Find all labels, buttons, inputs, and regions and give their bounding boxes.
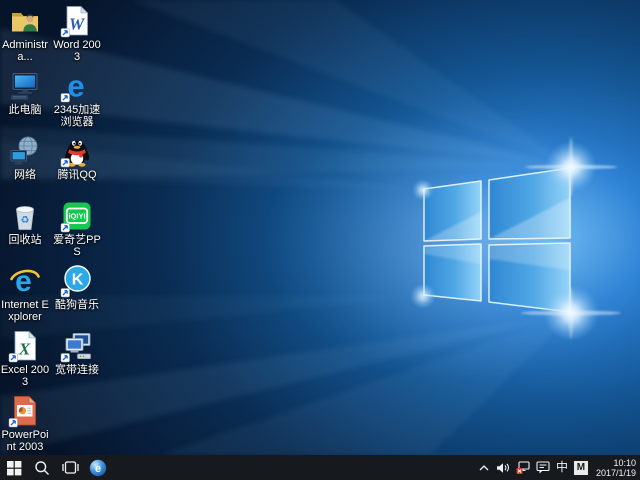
user-folder-icon (8, 4, 42, 38)
svg-text:K: K (72, 272, 84, 289)
ime-m-label: M (574, 461, 588, 475)
chevron-up-icon (478, 462, 490, 474)
svg-text:e: e (67, 69, 84, 103)
desktop-icon-2345-browser[interactable]: e 2345加速浏览器 (52, 69, 102, 128)
desktop-icon-label: 回收站 (0, 234, 50, 246)
ime-mode-badge[interactable]: M (574, 455, 588, 480)
network-globe-icon (8, 134, 42, 168)
broadband-computers-icon (60, 329, 94, 363)
system-tray: 中 M 10:10 2017/1/19 (478, 455, 640, 480)
network-status-button[interactable] (516, 455, 530, 480)
desktop-icon-broadband[interactable]: 宽带连接 (52, 329, 102, 376)
desktop-icon-excel-2003[interactable]: X Excel 2003 (0, 329, 50, 388)
network-disconnected-icon (516, 461, 530, 474)
desktop-icon-label: 此电脑 (0, 104, 50, 116)
desktop-icon-kugou-music[interactable]: K 酷狗音乐 (52, 264, 102, 311)
svg-text:e: e (95, 463, 101, 475)
computer-monitor-icon (8, 69, 42, 103)
start-button[interactable] (0, 455, 28, 480)
task-view-button[interactable] (56, 455, 84, 480)
desktop-icon-administrator[interactable]: Administra... (0, 4, 50, 63)
desktop-icon-label: 宽带连接 (52, 364, 102, 376)
powerpoint-document-icon (8, 394, 42, 428)
desktop-icon-word-2003[interactable]: W Word 2003 (52, 4, 102, 63)
desktop-icon-label: PowerPoint 2003 (0, 429, 50, 453)
svg-text:iQIYI: iQIYI (68, 212, 85, 221)
svg-text:♻: ♻ (21, 215, 30, 226)
clock-time: 10:10 (596, 458, 636, 468)
windows-logo-icon (6, 459, 23, 476)
ime-language-indicator[interactable]: 中 (556, 455, 568, 480)
kugou-k-circle-icon: K (60, 264, 94, 298)
desktop-icon-label: 腾讯QQ (52, 169, 102, 181)
desktop-icon-label: Administra... (0, 39, 50, 63)
svg-text:X: X (18, 340, 31, 359)
tray-expand-button[interactable] (478, 455, 490, 480)
desktop-icon-label: 网络 (0, 169, 50, 181)
desktop-icon-powerpoint-2003[interactable]: PowerPoint 2003 (0, 394, 50, 453)
messages-button[interactable] (536, 455, 550, 480)
desktop-icon-recycle-bin[interactable]: ♻ 回收站 (0, 199, 50, 246)
desktop-icon-label: Excel 2003 (0, 364, 50, 388)
recycle-bin-icon: ♻ (8, 199, 42, 233)
message-bubble-icon (536, 461, 550, 474)
desktop-icon-tencent-qq[interactable]: 腾讯QQ (52, 134, 102, 181)
volume-button[interactable] (496, 455, 510, 480)
speaker-icon (496, 462, 510, 474)
task-view-icon (62, 459, 79, 476)
desktop: Administra... W Word 2003 此电脑 e (0, 0, 640, 480)
desktop-icon-label: 爱奇艺PPS (52, 234, 102, 258)
excel-document-icon: X (8, 329, 42, 363)
ie-e-icon: e (8, 264, 42, 298)
clock-date: 2017/1/19 (596, 468, 636, 478)
desktop-icon-label: 2345加速浏览器 (52, 104, 102, 128)
qq-penguin-icon (60, 134, 94, 168)
desktop-icon-network[interactable]: 网络 (0, 134, 50, 181)
desktop-icon-label: Word 2003 (52, 39, 102, 63)
taskbar: e (0, 455, 640, 480)
desktop-icon-internet-explorer[interactable]: e Internet Explorer (0, 264, 50, 323)
desktop-icon-iqiyi-pps[interactable]: iQIYI 爱奇艺PPS (52, 199, 102, 258)
search-button[interactable] (28, 455, 56, 480)
blue-globe-e-icon: e (89, 459, 107, 477)
desktop-icon-label: Internet Explorer (0, 299, 50, 323)
iqiyi-green-icon: iQIYI (60, 199, 94, 233)
pinned-browser-button[interactable]: e (84, 455, 112, 480)
desktop-icon-label: 酷狗音乐 (52, 299, 102, 311)
svg-text:W: W (69, 15, 86, 34)
tray-clock[interactable]: 10:10 2017/1/19 (594, 458, 636, 478)
blue-e-browser-icon: e (60, 69, 94, 103)
desktop-icon-this-pc[interactable]: 此电脑 (0, 69, 50, 116)
search-icon (34, 460, 50, 476)
word-document-icon: W (60, 4, 94, 38)
